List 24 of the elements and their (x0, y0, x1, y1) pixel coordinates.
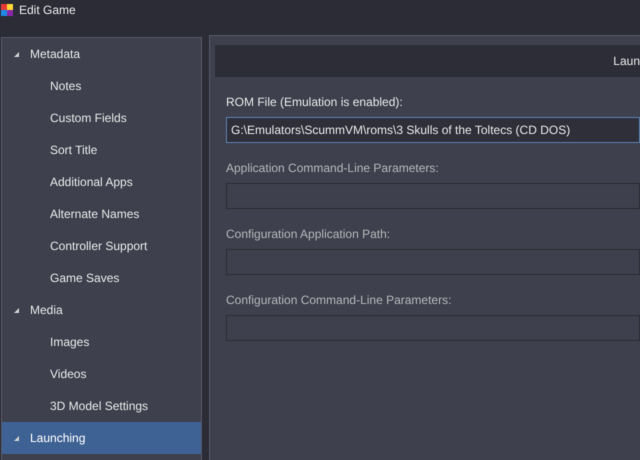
tree-item[interactable]: Media (2, 294, 201, 326)
input-field[interactable]: G:\Emulators\ScummVM\roms\3 Skulls of the Toltecs (CD DOS) (226, 117, 640, 143)
tree-item[interactable]: Game Saves (2, 262, 201, 294)
field-label: Configuration Application Path: (226, 226, 392, 243)
tree-item[interactable]: Controller Support (2, 230, 201, 262)
tree-item[interactable]: Notes (2, 70, 201, 102)
tree-item[interactable]: Additional Apps (2, 166, 201, 198)
tree-item[interactable]: Alternate Names (2, 198, 201, 230)
input-field[interactable] (226, 249, 640, 275)
section-header: Laun (215, 45, 640, 77)
input-field[interactable] (226, 315, 640, 341)
field-label: ROM File (Emulation is enabled): (226, 94, 404, 111)
cube-logo-icon (1, 4, 13, 16)
tree-item[interactable]: Custom Fields (2, 102, 201, 134)
tree-item[interactable]: Videos (2, 358, 201, 390)
window-title: Edit Game (19, 2, 76, 19)
tree-item[interactable]: 3D Model Settings (2, 390, 201, 422)
tree-item[interactable]: Images (2, 326, 201, 358)
field-label: Configuration Command-Line Parameters: (226, 292, 452, 309)
tree-item[interactable]: Launching (2, 422, 201, 454)
field-label: Application Command-Line Parameters: (226, 160, 440, 177)
input-field[interactable] (226, 183, 640, 209)
tree-item[interactable]: Metadata (2, 38, 201, 70)
tree-item[interactable]: Sort Title (2, 134, 201, 166)
